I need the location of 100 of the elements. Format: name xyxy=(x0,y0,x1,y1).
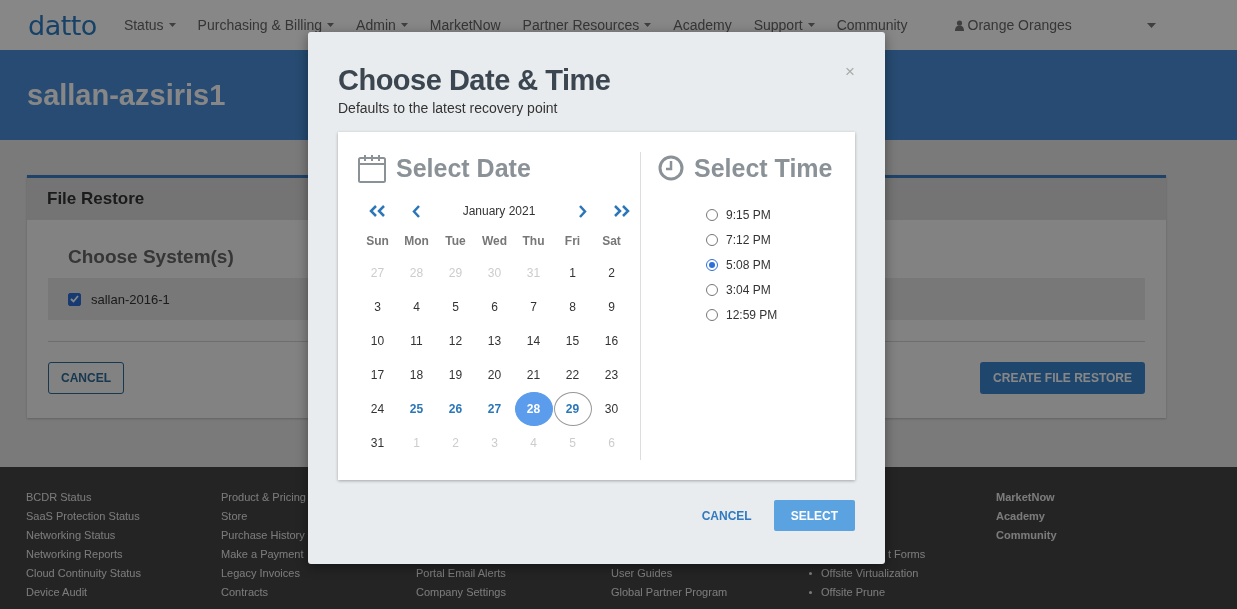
select-button[interactable]: SELECT xyxy=(773,500,855,531)
footer-link[interactable]: Community xyxy=(996,526,1191,545)
calendar-icon xyxy=(358,153,386,183)
user-icon xyxy=(954,19,964,31)
calendar-day[interactable]: 18 xyxy=(397,358,436,392)
radio-button[interactable] xyxy=(706,233,718,246)
calendar-day[interactable]: 17 xyxy=(358,358,397,392)
calendar-day[interactable]: 3 xyxy=(358,290,397,324)
card-title: File Restore xyxy=(47,189,145,209)
calendar-day[interactable]: 16 xyxy=(592,324,631,358)
footer-link[interactable]: MarketNow xyxy=(996,488,1191,507)
logo[interactable]: datto xyxy=(28,9,97,41)
weekday-label: Sun xyxy=(365,233,390,250)
weekday-label: Tue xyxy=(444,233,467,250)
calendar-day[interactable]: 2 xyxy=(592,256,631,290)
calendar-day[interactable]: 5 xyxy=(436,290,475,324)
cancel-button[interactable]: CANCEL xyxy=(48,362,124,394)
clock-icon xyxy=(658,155,684,181)
caret-icon xyxy=(807,23,815,27)
radio-button[interactable] xyxy=(706,258,718,271)
nav-link[interactable]: Support xyxy=(753,17,815,33)
time-option[interactable]: 12:59 PM xyxy=(706,302,855,327)
weekday-label: Sat xyxy=(601,233,622,250)
user-name[interactable]: Orange Oranges xyxy=(967,17,1072,33)
radio-button[interactable] xyxy=(706,308,718,321)
caret-icon[interactable] xyxy=(1147,22,1156,28)
footer-link[interactable]: Device Audit xyxy=(26,583,221,602)
footer-link[interactable]: BCDR Status xyxy=(26,488,221,507)
calendar-day[interactable]: 20 xyxy=(475,358,514,392)
nav-link[interactable]: Admin xyxy=(356,17,408,33)
chevron-right-icon xyxy=(576,204,587,218)
calendar-day[interactable]: 11 xyxy=(397,324,436,358)
radio-button[interactable] xyxy=(706,283,718,296)
footer-link[interactable]: Offsite Prune xyxy=(806,583,996,602)
caret-icon xyxy=(327,23,335,27)
caret-icon xyxy=(168,23,176,27)
dialog-subtitle: Defaults to the latest recovery point xyxy=(338,100,559,116)
calendar-day[interactable]: 15 xyxy=(553,324,592,358)
calendar-day[interactable]: 27 xyxy=(475,392,514,426)
time-option[interactable]: 5:08 PM xyxy=(706,252,855,277)
footer-link[interactable]: User Guides xyxy=(611,564,806,583)
weekday-label: Mon xyxy=(403,233,430,250)
date-heading: Select Date xyxy=(396,153,531,183)
page-title: sallan-azsiris1 xyxy=(27,78,226,112)
time-heading: Select Time xyxy=(694,153,833,183)
calendar-day[interactable]: 12 xyxy=(436,324,475,358)
checkbox[interactable] xyxy=(68,292,81,306)
section-title: Choose System(s) xyxy=(68,246,234,268)
footer-link[interactable]: Company Settings xyxy=(416,583,611,602)
calendar-day[interactable]: 4 xyxy=(397,290,436,324)
month-label: January 2021 xyxy=(461,204,537,218)
footer-link[interactable]: Global Partner Program xyxy=(611,583,806,602)
calendar-day[interactable]: 14 xyxy=(514,324,553,358)
calendar-day[interactable]: 26 xyxy=(436,392,475,426)
close-button[interactable]: × xyxy=(845,62,855,82)
time-option[interactable]: 3:04 PM xyxy=(706,277,855,302)
footer-link[interactable]: Legacy Invoices xyxy=(221,564,416,583)
footer-link[interactable]: Portal Email Alerts xyxy=(416,564,611,583)
footer-link[interactable]: Cloud Continuity Status xyxy=(26,564,221,583)
nav-link[interactable]: Academy xyxy=(673,17,732,33)
calendar-day[interactable]: 8 xyxy=(553,290,592,324)
weekday-label: Thu xyxy=(521,233,546,250)
cancel-button[interactable]: CANCEL xyxy=(701,508,752,523)
time-option[interactable]: 9:15 PM xyxy=(706,202,855,227)
nav-link[interactable]: Partner Resources xyxy=(522,17,652,33)
calendar-day[interactable]: 22 xyxy=(553,358,592,392)
calendar-day[interactable]: 13 xyxy=(475,324,514,358)
calendar-day[interactable]: 31 xyxy=(358,426,397,460)
calendar-day[interactable]: 28 xyxy=(514,392,553,426)
double-chevron-left-icon xyxy=(367,205,388,217)
footer-link[interactable]: Networking Status xyxy=(26,526,221,545)
weekday-label: Fri xyxy=(563,233,582,250)
calendar-day[interactable]: 1 xyxy=(553,256,592,290)
nav-link[interactable]: Purchasing & Billing xyxy=(197,17,335,33)
radio-button[interactable] xyxy=(706,208,718,221)
chevron-left-icon xyxy=(411,204,422,218)
calendar-day[interactable]: 19 xyxy=(436,358,475,392)
weekday-label: Wed xyxy=(480,233,509,250)
calendar-day[interactable]: 21 xyxy=(514,358,553,392)
footer-link[interactable]: SaaS Protection Status xyxy=(26,507,221,526)
calendar-day[interactable]: 10 xyxy=(358,324,397,358)
calendar-day[interactable]: 23 xyxy=(592,358,631,392)
caret-icon xyxy=(644,23,652,27)
footer-link[interactable]: Networking Reports xyxy=(26,545,221,564)
calendar-day[interactable]: 24 xyxy=(358,392,397,426)
nav-link[interactable]: Status xyxy=(123,17,176,33)
calendar-day[interactable]: 9 xyxy=(592,290,631,324)
footer-link[interactable]: Contracts xyxy=(221,583,416,602)
calendar-day[interactable]: 7 xyxy=(514,290,553,324)
nav-link[interactable]: MarketNow xyxy=(429,17,501,33)
calendar-day[interactable]: 25 xyxy=(397,392,436,426)
caret-icon xyxy=(400,23,408,27)
footer-link[interactable]: Academy xyxy=(996,507,1191,526)
system-name: sallan-2016-1 xyxy=(91,291,170,307)
nav-link[interactable]: Community xyxy=(836,17,908,33)
calendar-day[interactable]: 6 xyxy=(475,290,514,324)
time-option[interactable]: 7:12 PM xyxy=(706,227,855,252)
create-file-restore-button[interactable]: CREATE FILE RESTORE xyxy=(980,362,1145,394)
footer-link[interactable]: Offsite Virtualization xyxy=(806,564,996,583)
calendar-day[interactable]: 30 xyxy=(592,392,631,426)
